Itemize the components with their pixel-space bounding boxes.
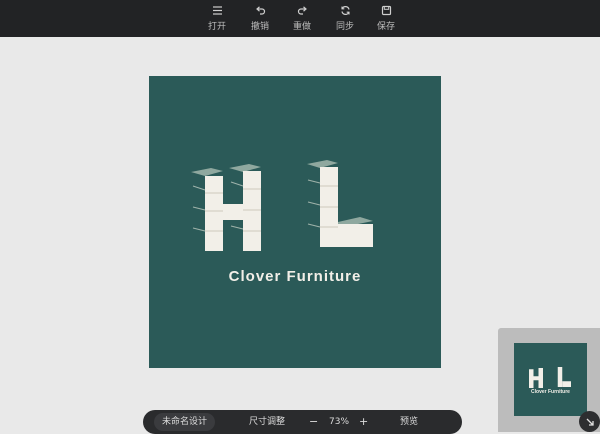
redo-button[interactable]: 重做 <box>282 0 322 37</box>
design-name-field[interactable]: 未命名设计 <box>154 413 216 431</box>
open-button[interactable]: 打开 <box>197 0 237 37</box>
brand-name-text[interactable]: Clover Furniture <box>149 268 441 285</box>
sync-icon <box>340 5 351 16</box>
save-button[interactable]: 保存 <box>366 0 406 37</box>
bottom-control-bar: 未命名设计 尺寸调整 − 73% + 预览 <box>143 410 462 434</box>
thumbnail-brand-text: Clover Furniture <box>531 389 570 395</box>
undo-label: 撤销 <box>250 22 269 32</box>
letter-l-graphic <box>307 160 373 247</box>
top-toolbar: 打开 撤销 重做 同步 保存 <box>0 0 600 37</box>
undo-icon <box>255 5 266 16</box>
zoom-level[interactable]: 73% <box>329 410 349 434</box>
resize-button[interactable]: 尺寸调整 <box>249 410 285 434</box>
open-label: 打开 <box>207 22 226 32</box>
redo-icon <box>297 5 308 16</box>
design-artboard[interactable]: Clover Furniture <box>149 76 441 368</box>
thumbnail-logo-graphic <box>529 367 571 388</box>
zoom-in-button[interactable]: + <box>359 410 368 434</box>
save-icon <box>381 5 392 16</box>
page-thumbnail[interactable]: Clover Furniture <box>514 343 587 416</box>
menu-icon <box>212 5 223 16</box>
undo-button[interactable]: 撤销 <box>240 0 280 37</box>
zoom-out-button[interactable]: − <box>309 410 318 434</box>
sync-button[interactable]: 同步 <box>325 0 365 37</box>
sync-label: 同步 <box>335 22 354 32</box>
letter-h-graphic <box>191 164 261 251</box>
preview-button[interactable]: 预览 <box>400 410 418 434</box>
save-label: 保存 <box>376 22 395 32</box>
redo-label: 重做 <box>292 22 311 32</box>
arrow-expand-icon <box>585 412 595 431</box>
expand-thumbnail-button[interactable] <box>579 411 600 432</box>
hl-logo-graphic <box>191 160 373 251</box>
